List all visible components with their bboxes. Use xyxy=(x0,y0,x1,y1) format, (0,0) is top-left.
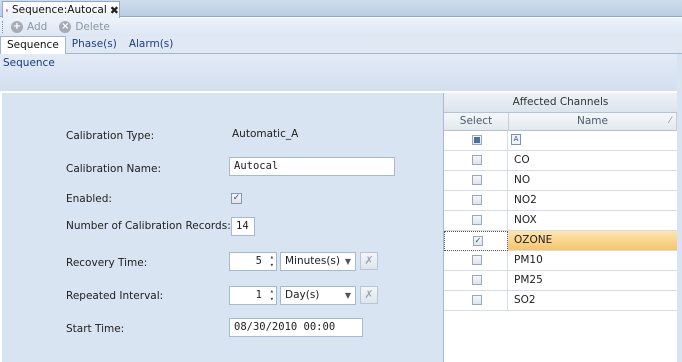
table-row-selected[interactable]: ✓ OZONE xyxy=(444,231,677,251)
document-tab-strip: Sequence:Autocal ✖ xyxy=(0,0,682,18)
select-cell xyxy=(444,271,508,291)
channel-name: CO xyxy=(514,154,530,166)
tab-phases[interactable]: Phase(s) xyxy=(66,36,123,54)
select-cell: ✓ xyxy=(444,231,508,251)
interval-unit-select[interactable]: Day(s) ▼ xyxy=(280,286,356,305)
channel-name: NO2 xyxy=(514,194,537,206)
column-header-name[interactable]: Name ⁄ xyxy=(509,113,677,131)
add-button[interactable]: + Add xyxy=(11,21,47,33)
calibration-name-field[interactable]: Autocal xyxy=(229,157,395,176)
spin-arrows-icon[interactable]: ▴ ▾ xyxy=(270,253,274,269)
filter-icon[interactable]: A xyxy=(511,134,521,145)
channel-name: OZONE xyxy=(514,234,553,246)
calibration-type-label: Calibration Type: xyxy=(66,130,155,142)
select-all-checkbox[interactable] xyxy=(472,135,482,145)
recovery-time-stepper[interactable]: 5 ▴ ▾ xyxy=(229,252,277,271)
start-time-field[interactable]: 08/30/2010 00:00 xyxy=(229,318,363,337)
tab-sequence[interactable]: Sequence xyxy=(0,36,66,55)
recovery-unit-value: Minutes(s) xyxy=(285,255,340,267)
recovery-unit-select[interactable]: Minutes(s) ▼ xyxy=(280,252,356,271)
affected-channels-grid: Affected Channels Select Name ⁄ A CO NO … xyxy=(443,93,677,362)
panel-right-edge xyxy=(677,54,682,362)
row-checkbox[interactable] xyxy=(472,175,482,185)
row-checkbox[interactable] xyxy=(472,155,482,165)
delete-button[interactable]: × Delete xyxy=(59,21,110,33)
close-icon[interactable]: ✖ xyxy=(110,4,119,17)
select-cell xyxy=(444,251,508,271)
section-header: Sequence xyxy=(0,54,682,91)
select-cell xyxy=(444,291,508,311)
channel-name: NOX xyxy=(514,214,537,226)
table-row[interactable]: NO2 xyxy=(444,191,677,211)
row-checkbox[interactable] xyxy=(472,215,482,225)
interval-unit-value: Day(s) xyxy=(285,289,320,301)
calibration-name-label: Calibration Name: xyxy=(66,163,161,175)
recovery-time-value: 5 xyxy=(255,255,262,267)
channel-name: PM25 xyxy=(514,274,543,286)
delete-icon: × xyxy=(59,21,72,33)
select-cell xyxy=(444,151,508,171)
filter-row: A xyxy=(444,131,677,151)
toolbar-grip[interactable] xyxy=(2,21,5,33)
table-row[interactable]: SO2 xyxy=(444,291,677,311)
grid-title: Affected Channels xyxy=(444,93,677,113)
calibration-type-value: Automatic_A xyxy=(232,128,299,140)
table-row[interactable]: CO xyxy=(444,151,677,171)
toolbar: + Add × Delete xyxy=(0,18,682,36)
row-checkbox[interactable] xyxy=(472,255,482,265)
sequence-icon xyxy=(6,9,8,11)
spin-arrows-icon[interactable]: ▴ ▾ xyxy=(270,287,274,303)
records-field[interactable]: 14 xyxy=(231,217,255,236)
row-checkbox[interactable] xyxy=(472,275,482,285)
channel-name: PM10 xyxy=(514,254,543,266)
table-row[interactable]: NO xyxy=(444,171,677,191)
enabled-checkbox[interactable]: ✓ xyxy=(231,193,242,204)
recovery-clear-button[interactable]: ✗ xyxy=(360,252,378,270)
tab-alarms[interactable]: Alarm(s) xyxy=(123,36,180,54)
start-time-label: Start Time: xyxy=(66,323,125,335)
interval-clear-button[interactable]: ✗ xyxy=(360,286,378,304)
document-tab[interactable]: Sequence:Autocal ✖ xyxy=(2,1,120,18)
table-row[interactable]: NOX xyxy=(444,211,677,231)
delete-button-label: Delete xyxy=(75,21,110,33)
repeated-interval-stepper[interactable]: 1 ▴ ▾ xyxy=(229,286,277,305)
chevron-down-icon: ▼ xyxy=(344,257,351,266)
table-row[interactable]: PM10 xyxy=(444,251,677,271)
document-tab-title: Sequence:Autocal xyxy=(11,4,107,16)
chevron-down-icon: ▼ xyxy=(344,291,351,300)
row-checkbox[interactable] xyxy=(472,195,482,205)
filter-select-cell xyxy=(444,131,508,151)
enabled-label: Enabled: xyxy=(66,193,112,205)
column-header-select[interactable]: Select xyxy=(444,113,509,131)
select-cell xyxy=(444,211,508,231)
sequence-subtabs: Sequence Phase(s) Alarm(s) xyxy=(0,36,682,55)
add-button-label: Add xyxy=(27,21,48,33)
channel-name: NO xyxy=(514,174,531,186)
select-cell xyxy=(444,171,508,191)
channel-name: SO2 xyxy=(514,294,536,306)
repeated-interval-label: Repeated Interval: xyxy=(66,290,164,302)
recovery-time-label: Recovery Time: xyxy=(66,257,148,269)
repeated-interval-value: 1 xyxy=(255,289,262,301)
section-title: Sequence xyxy=(3,57,55,69)
records-label: Number of Calibration Records: xyxy=(66,220,231,232)
table-row[interactable]: PM25 xyxy=(444,271,677,291)
select-cell xyxy=(444,191,508,211)
row-checkbox[interactable] xyxy=(472,295,482,305)
row-checkbox[interactable]: ✓ xyxy=(473,236,483,246)
sort-icon: ⁄ xyxy=(669,116,671,126)
column-header-name-label: Name xyxy=(577,115,608,127)
add-icon: + xyxy=(11,21,23,33)
